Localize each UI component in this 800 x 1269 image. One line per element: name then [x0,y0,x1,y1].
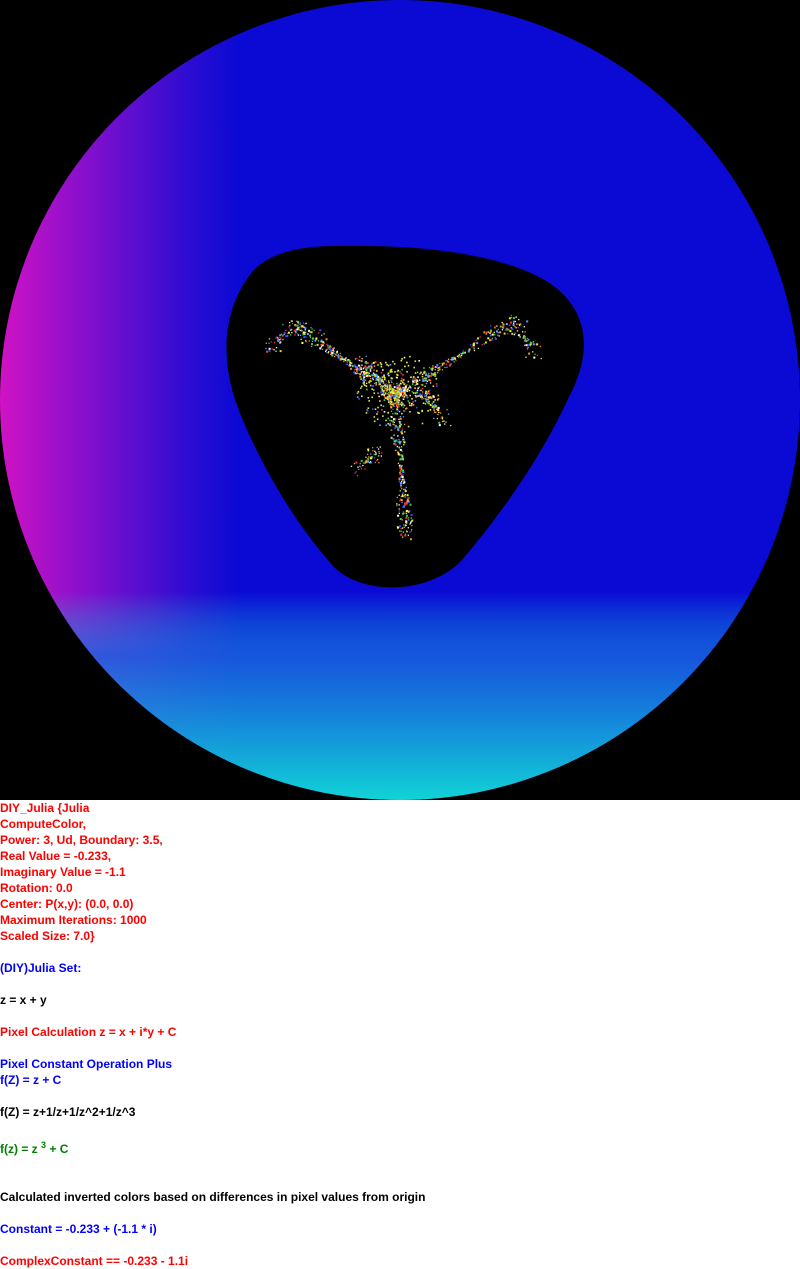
function-series: f(Z) = z+1/z+1/z^2+1/z^3 [0,1105,136,1119]
set-title: (DIY)Julia Set: [0,961,82,975]
header-line-2: ComputeColor, [0,817,86,831]
function-power-exponent: 3 [41,1140,47,1150]
function-power: f(z) = z 3 + C [0,1140,69,1157]
fractal-svg [0,0,800,800]
pixel-operation: Pixel Constant Operation Plus [0,1057,173,1071]
julia-fractal-image [0,0,800,800]
color-note: Calculated inverted colors based on diff… [0,1190,426,1204]
header-line-8: Maximum Iterations: 1000 [0,913,147,927]
header-line-1: DIY_Julia {Julia [0,801,90,815]
header-line-9: Scaled Size: 7.0} [0,929,95,943]
header-line-7: Center: P(x,y): (0.0, 0.0) [0,897,134,911]
info-panel: DIY_Julia {Julia ComputeColor, Power: 3,… [0,800,800,1269]
function-power-prefix: f(z) = z [0,1142,41,1156]
header-line-5: Imaginary Value = -1.1 [0,865,126,879]
function-plus: f(Z) = z + C [0,1073,62,1087]
constant-line: Constant = -0.233 + (-1.1 * i) [0,1222,157,1236]
pixel-calculation: Pixel Calculation z = x + i*y + C [0,1025,177,1039]
z-definition: z = x + y [0,993,47,1007]
function-power-suffix: + C [46,1142,69,1156]
header-line-6: Rotation: 0.0 [0,881,73,895]
header-line-4: Real Value = -0.233, [0,849,112,863]
header-line-3: Power: 3, Ud, Boundary: 3.5, [0,833,163,847]
complex-constant-line: ComplexConstant == -0.233 - 1.1i [0,1254,189,1268]
